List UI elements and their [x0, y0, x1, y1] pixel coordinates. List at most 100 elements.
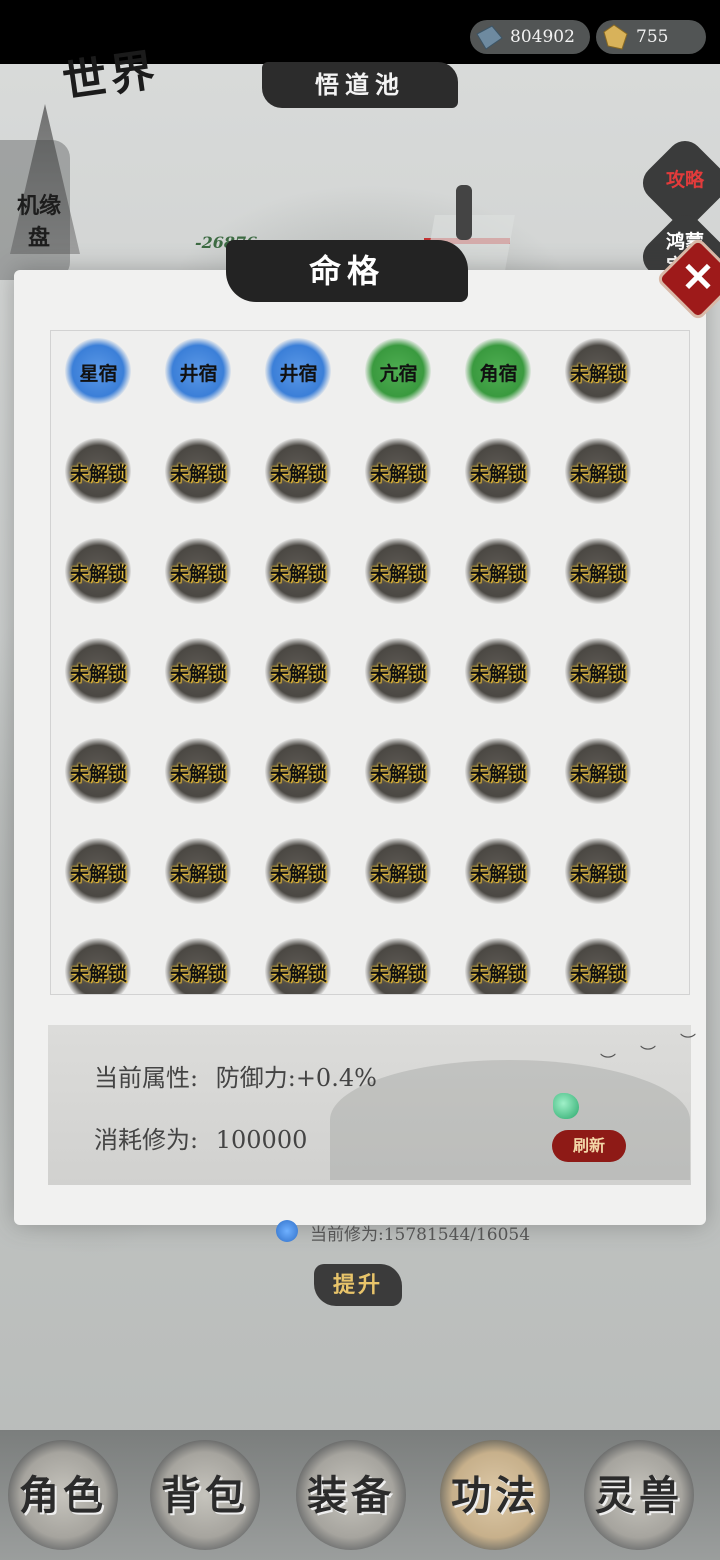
destiny-slot[interactable]: 未解锁 [351, 934, 451, 994]
current-cultivation: 当前修为:15781544/16054 [310, 1225, 531, 1245]
destiny-slot[interactable]: 角宿 [451, 334, 551, 434]
nav-character-label: 角色 [19, 1472, 107, 1519]
slot-label: 井宿 [179, 363, 218, 385]
destiny-slot[interactable]: 未解锁 [351, 834, 451, 934]
slot-label: 未解锁 [69, 463, 127, 485]
close-icon[interactable]: ✕ [668, 249, 720, 309]
crystal-currency: 804902 [470, 20, 590, 54]
slot-label: 未解锁 [569, 563, 627, 585]
upgrade-button[interactable]: 提升 [314, 1264, 402, 1306]
destiny-slot[interactable]: 未解锁 [551, 934, 651, 994]
slot-label: 未解锁 [169, 863, 227, 885]
destiny-slot[interactable]: 未解锁 [451, 434, 551, 534]
destiny-slot[interactable]: 未解锁 [51, 834, 151, 934]
attribute-label: 当前属性: [94, 1064, 199, 1092]
world-title: 世界 [59, 44, 162, 109]
slot-label: 未解锁 [169, 663, 227, 685]
destiny-slot[interactable]: 未解锁 [551, 334, 651, 434]
slot-label: 未解锁 [69, 963, 127, 985]
panel-title: 命格 [226, 240, 468, 302]
destiny-slot[interactable]: 未解锁 [151, 934, 251, 994]
nav-pet-label: 灵兽 [595, 1472, 683, 1519]
destiny-slot[interactable]: 未解锁 [351, 734, 451, 834]
destiny-slot[interactable]: 未解锁 [51, 534, 151, 634]
destiny-slot[interactable]: 未解锁 [51, 434, 151, 534]
slot-label: 未解锁 [469, 863, 527, 885]
slot-label: 未解锁 [469, 763, 527, 785]
destiny-slot[interactable]: 未解锁 [251, 634, 351, 734]
destiny-slot[interactable]: 井宿 [251, 334, 351, 434]
slot-label: 未解锁 [369, 463, 427, 485]
slot-label: 未解锁 [369, 763, 427, 785]
crystal-icon [476, 25, 503, 50]
slot-label: 未解锁 [569, 963, 627, 985]
gold-amount: 755 [636, 27, 669, 47]
slot-label: 未解锁 [569, 863, 627, 885]
slot-label: 未解锁 [269, 463, 327, 485]
destiny-slot[interactable]: 未解锁 [251, 434, 351, 534]
slot-label: 未解锁 [269, 963, 327, 985]
slot-label: 未解锁 [269, 863, 327, 885]
destiny-slot[interactable]: 未解锁 [351, 534, 451, 634]
slot-label: 未解锁 [469, 463, 527, 485]
refresh-button[interactable]: 刷新 [552, 1130, 626, 1162]
destiny-slot[interactable]: 未解锁 [251, 934, 351, 994]
gold-ingot-icon [603, 24, 628, 50]
destiny-slot[interactable]: 未解锁 [451, 534, 551, 634]
destiny-slot[interactable]: 未解锁 [451, 734, 551, 834]
slot-label: 角宿 [479, 363, 518, 385]
destiny-slot[interactable]: 未解锁 [251, 534, 351, 634]
destiny-slot[interactable]: 未解锁 [151, 834, 251, 934]
attribute-value: 防御力:+0.4% [215, 1064, 377, 1092]
destiny-slot-grid: 星宿 井宿 井宿 亢宿 角宿 未解锁 未解锁 未解锁 未解锁 未解锁 未解锁 未解锁 未解锁 未解锁 未解锁… [50, 330, 690, 995]
destiny-slot[interactable]: 未解锁 [251, 834, 351, 934]
destiny-slot[interactable]: 未解锁 [151, 434, 251, 534]
slot-label: 未解锁 [569, 363, 627, 385]
destiny-slot[interactable]: 星宿 [51, 334, 151, 434]
destiny-slot[interactable]: 未解锁 [251, 734, 351, 834]
slot-label: 星宿 [79, 363, 118, 385]
bird-decoration: ︶ [680, 1032, 697, 1051]
slot-label: 未解锁 [369, 863, 427, 885]
destiny-slot[interactable]: 未解锁 [151, 634, 251, 734]
destiny-slot[interactable]: 未解锁 [451, 634, 551, 734]
destiny-slot[interactable]: 未解锁 [151, 534, 251, 634]
player-character [456, 185, 472, 240]
destiny-slot[interactable]: 未解锁 [351, 634, 451, 734]
slot-label: 未解锁 [169, 963, 227, 985]
destiny-slot[interactable]: 未解锁 [51, 934, 151, 994]
destiny-slot[interactable]: 未解锁 [551, 534, 651, 634]
crystal-amount: 804902 [510, 27, 575, 47]
cost-label: 消耗修为: [94, 1126, 199, 1154]
destiny-slot[interactable]: 未解锁 [551, 834, 651, 934]
slot-label: 未解锁 [469, 963, 527, 985]
slot-label: 未解锁 [569, 463, 627, 485]
destiny-slot[interactable]: 井宿 [151, 334, 251, 434]
slot-label: 未解锁 [269, 663, 327, 685]
destiny-slot[interactable]: 未解锁 [551, 434, 651, 534]
destiny-slot[interactable]: 未解锁 [551, 734, 651, 834]
slot-label: 未解锁 [569, 663, 627, 685]
slot-label: 未解锁 [469, 563, 527, 585]
cultivation-flame-icon [276, 1220, 298, 1242]
destiny-slot[interactable]: 未解锁 [151, 734, 251, 834]
destiny-slot[interactable]: 未解锁 [51, 634, 151, 734]
slot-label: 未解锁 [169, 563, 227, 585]
slot-label: 未解锁 [369, 963, 427, 985]
destiny-slot[interactable]: 未解锁 [551, 634, 651, 734]
slot-label: 未解锁 [469, 663, 527, 685]
slot-label: 未解锁 [569, 763, 627, 785]
slot-label: 未解锁 [169, 463, 227, 485]
destiny-slot[interactable]: 未解锁 [51, 734, 151, 834]
cost-row: 消耗修为: 100000 [94, 1120, 307, 1155]
destiny-slot[interactable]: 未解锁 [451, 834, 551, 934]
destiny-slot[interactable]: 未解锁 [351, 434, 451, 534]
destiny-slot[interactable]: 亢宿 [351, 334, 451, 434]
destiny-slot[interactable]: 未解锁 [451, 934, 551, 994]
slot-label: 未解锁 [169, 763, 227, 785]
nav-backpack-label: 背包 [161, 1472, 249, 1519]
slot-label: 未解锁 [269, 763, 327, 785]
current-attribute-row: 当前属性: 防御力:+0.4% [94, 1058, 377, 1093]
gold-currency: 755 [596, 20, 706, 54]
slot-label: 井宿 [279, 363, 318, 385]
